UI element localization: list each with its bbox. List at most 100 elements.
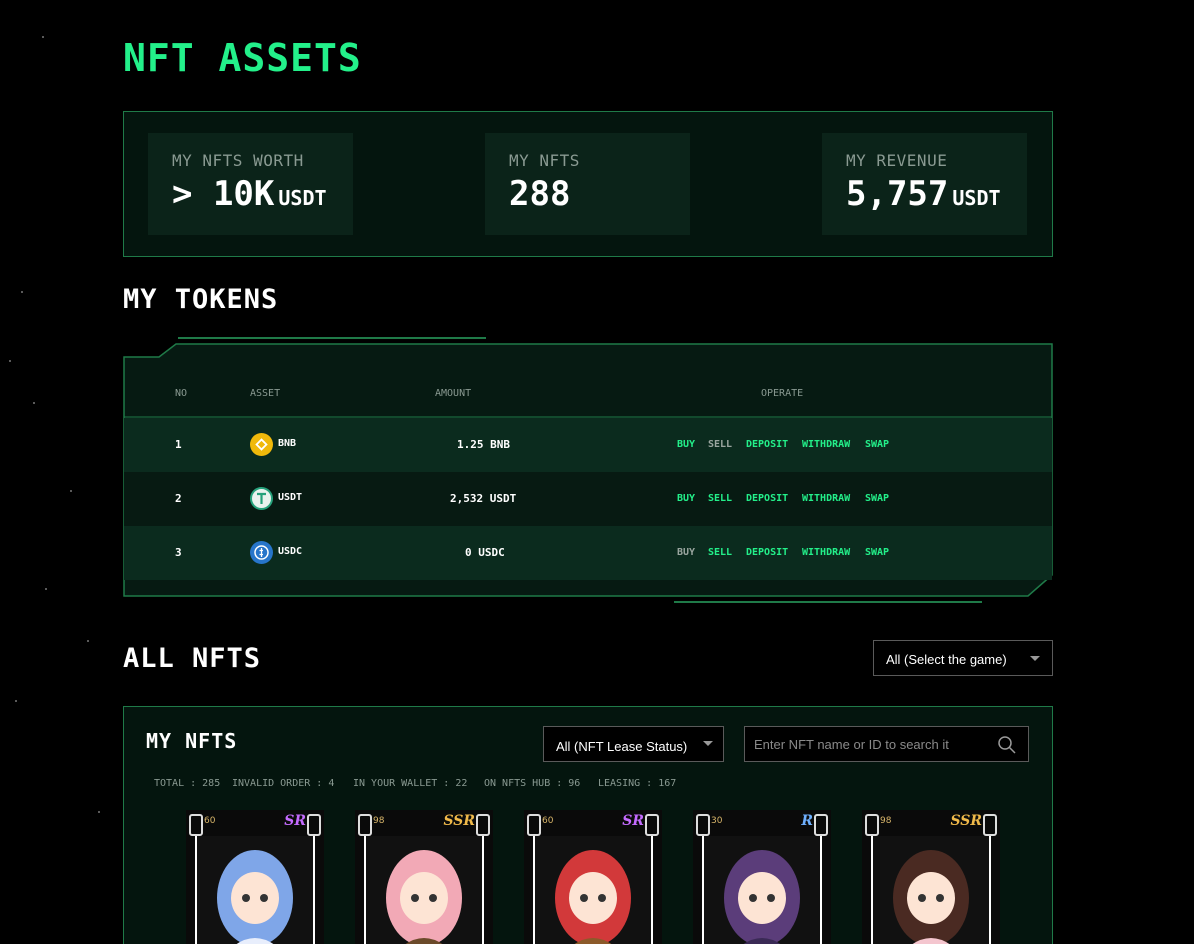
buy-link[interactable]: BUY <box>677 439 695 450</box>
table-row: 1 BNB 1.25 BNB BUY SELL DEPOSIT WITHDRAW… <box>124 418 1052 472</box>
sell-link[interactable]: SELL <box>708 547 732 558</box>
revenue-unit: USDT <box>952 186 1001 210</box>
game-select[interactable]: All (Select the game) <box>873 640 1053 676</box>
revenue-card: MY REVENUE 5,757 USDT <box>822 133 1027 235</box>
card-ornament <box>696 814 710 836</box>
summary-panel: MY NFTS WORTH > 10K USDT MY NFTS 288 MY R… <box>123 111 1053 257</box>
card-ornament <box>983 814 997 836</box>
header-amount: AMOUNT <box>435 388 472 399</box>
buy-link[interactable]: BUY <box>677 547 695 558</box>
game-select-value: All (Select the game) <box>886 652 1007 667</box>
withdraw-link[interactable]: WITHDRAW <box>802 439 850 450</box>
card-level: 98 <box>880 816 892 826</box>
stat-leasing: LEASING : 167 <box>598 778 677 789</box>
swap-link[interactable]: SWAP <box>865 493 889 504</box>
nft-card[interactable]: 98 SSR <box>862 810 1000 944</box>
nft-card[interactable]: 98 SSR <box>355 810 493 944</box>
withdraw-link[interactable]: WITHDRAW <box>802 493 850 504</box>
character-artwork <box>535 836 651 944</box>
row-amount: 1.25 BNB <box>457 438 510 451</box>
page-title: NFT ASSETS <box>123 36 362 80</box>
card-artwork-frame <box>364 836 484 944</box>
background-star <box>70 490 72 492</box>
deposit-link[interactable]: DEPOSIT <box>746 547 788 558</box>
character-artwork <box>197 836 313 944</box>
card-artwork-frame <box>533 836 653 944</box>
nft-card[interactable]: 30 R <box>693 810 831 944</box>
card-ornament <box>189 814 203 836</box>
swap-link[interactable]: SWAP <box>865 439 889 450</box>
lease-status-select[interactable]: All (NFT Lease Status) <box>543 726 724 762</box>
background-star <box>33 402 35 404</box>
card-level: 98 <box>373 816 385 826</box>
all-nfts-title: ALL NFTS <box>123 643 262 674</box>
card-ornament <box>307 814 321 836</box>
card-ornament <box>814 814 828 836</box>
nft-search-input[interactable] <box>745 727 985 761</box>
stat-total: TOTAL : 285 <box>154 778 221 789</box>
deposit-link[interactable]: DEPOSIT <box>746 439 788 450</box>
character-artwork <box>873 836 989 944</box>
row-asset: USDC <box>278 546 303 557</box>
card-artwork-frame <box>195 836 315 944</box>
card-ornament <box>527 814 541 836</box>
deposit-link[interactable]: DEPOSIT <box>746 493 788 504</box>
chevron-down-icon <box>1030 656 1040 661</box>
search-box <box>744 726 1029 762</box>
card-ornament <box>865 814 879 836</box>
decorative-line <box>178 337 486 339</box>
row-amount: 0 USDC <box>465 546 505 559</box>
stat-in-wallet: IN YOUR WALLET : 22 <box>353 778 468 789</box>
my-nfts-title: MY NFTS <box>146 729 238 753</box>
stat-on-hub: ON NFTS HUB : 96 <box>484 778 581 789</box>
buy-link[interactable]: BUY <box>677 493 695 504</box>
card-rarity: SSR <box>950 813 982 829</box>
background-star <box>15 700 17 702</box>
card-rarity: R <box>801 813 813 829</box>
nft-card[interactable]: 60 SR <box>524 810 662 944</box>
withdraw-link[interactable]: WITHDRAW <box>802 547 850 558</box>
my-nfts-card: MY NFTS 288 <box>485 133 690 235</box>
my-nfts-panel: MY NFTS All (NFT Lease Status) TOTAL : 2… <box>123 706 1053 944</box>
background-star <box>9 360 11 362</box>
header-asset: ASSET <box>250 388 281 399</box>
swap-link[interactable]: SWAP <box>865 547 889 558</box>
my-nfts-label: MY NFTS <box>509 151 580 170</box>
nft-card[interactable]: 60 SR <box>186 810 324 944</box>
tokens-table: NO ASSET AMOUNT OPERATE 1 BNB 1.25 BNB B… <box>123 343 1053 597</box>
bnb-coin-icon <box>250 433 273 456</box>
background-star <box>87 640 89 642</box>
revenue-value: 5,757 <box>846 174 949 214</box>
search-icon[interactable] <box>997 735 1017 755</box>
card-level: 30 <box>711 816 723 826</box>
background-star <box>98 811 100 813</box>
card-level: 60 <box>542 816 554 826</box>
lease-status-value: All (NFT Lease Status) <box>556 739 688 754</box>
card-ornament <box>645 814 659 836</box>
card-ornament <box>476 814 490 836</box>
nfts-worth-value: > 10K <box>172 174 275 214</box>
row-no: 2 <box>175 492 182 505</box>
nfts-worth-label: MY NFTS WORTH <box>172 151 304 170</box>
card-artwork-frame <box>702 836 822 944</box>
my-nfts-value: 288 <box>509 174 571 214</box>
header-operate: OPERATE <box>761 388 804 399</box>
header-no: NO <box>175 388 188 399</box>
revenue-label: MY REVENUE <box>846 151 948 170</box>
nfts-worth-card: MY NFTS WORTH > 10K USDT <box>148 133 353 235</box>
table-row: 3 USDC 0 USDC BUY SELL DEPOSIT WITHDRAW … <box>124 526 1052 580</box>
card-level: 60 <box>204 816 216 826</box>
row-no: 3 <box>175 546 182 559</box>
stat-invalid-order: INVALID ORDER : 4 <box>232 778 335 789</box>
sell-link[interactable]: SELL <box>708 439 732 450</box>
tokens-section-title: MY TOKENS <box>123 284 279 315</box>
card-rarity: SR <box>284 813 306 829</box>
background-star <box>21 291 23 293</box>
chevron-down-icon <box>703 741 713 746</box>
card-rarity: SR <box>622 813 644 829</box>
character-artwork <box>366 836 482 944</box>
sell-link[interactable]: SELL <box>708 493 732 504</box>
row-asset: BNB <box>278 438 297 449</box>
row-amount: 2,532 USDT <box>450 492 517 505</box>
card-ornament <box>358 814 372 836</box>
